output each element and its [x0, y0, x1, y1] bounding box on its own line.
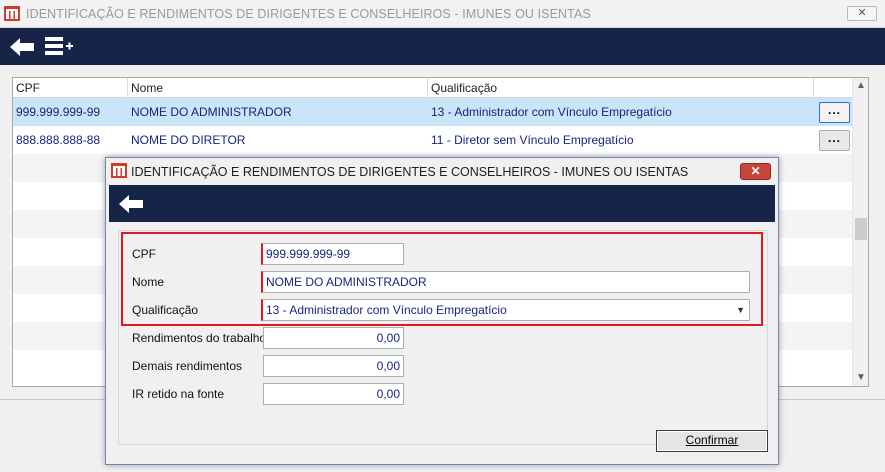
- rendimentos-trabalho-field[interactable]: 0,00: [263, 327, 404, 349]
- app-logo-icon: [4, 6, 20, 21]
- cpf-field[interactable]: 999.999.999-99: [261, 243, 404, 265]
- cell-qualificacao: 13 - Administrador com Vínculo Empregatí…: [431, 105, 672, 119]
- row-details-button[interactable]: ...: [819, 102, 850, 123]
- main-window: IDENTIFICAÇÃO E RENDIMENTOS DE DIRIGENTE…: [0, 0, 885, 472]
- edit-dialog: IDENTIFICAÇÃO E RENDIMENTOS DE DIRIGENTE…: [105, 157, 779, 465]
- dialog-body: CPF 999.999.999-99 Nome NOME DO ADMINIST…: [109, 222, 775, 460]
- arrow-left-icon: [10, 37, 34, 56]
- nome-field[interactable]: NOME DO ADMINISTRADOR: [261, 271, 750, 293]
- cell-nome: NOME DO ADMINISTRADOR: [131, 105, 292, 119]
- ir-retido-field[interactable]: 0,00: [263, 383, 404, 405]
- column-header-nome[interactable]: Nome: [128, 78, 428, 98]
- column-header-action: [814, 78, 853, 98]
- dialog-toolbar: [109, 185, 775, 222]
- qualificacao-selected-value: 13 - Administrador com Vínculo Empregatí…: [266, 303, 507, 317]
- window-title: IDENTIFICAÇÃO E RENDIMENTOS DE DIRIGENTE…: [26, 7, 591, 21]
- cpf-label: CPF: [132, 247, 156, 261]
- scroll-up-icon[interactable]: ▲: [853, 78, 868, 94]
- grid-scrollbar[interactable]: ▲ ▼: [852, 78, 868, 386]
- list-add-icon: [45, 36, 73, 55]
- arrow-left-icon: [119, 194, 143, 213]
- app-logo-icon: [111, 163, 127, 178]
- window-close-button[interactable]: ✕: [847, 6, 877, 21]
- row-details-button[interactable]: ...: [819, 130, 850, 151]
- confirm-button-label: Confirmar: [685, 433, 739, 447]
- main-toolbar: [0, 28, 885, 65]
- dialog-title: IDENTIFICAÇÃO E RENDIMENTOS DE DIRIGENTE…: [131, 165, 689, 179]
- column-header-qualificacao[interactable]: Qualificação: [428, 78, 814, 98]
- qualificacao-select[interactable]: 13 - Administrador com Vínculo Empregatí…: [261, 299, 750, 321]
- rendimentos-trabalho-label: Rendimentos do trabalho: [132, 331, 267, 345]
- nome-label: Nome: [132, 275, 165, 289]
- cell-qualificacao: 11 - Diretor sem Vínculo Empregatício: [431, 133, 634, 147]
- ir-retido-label: IR retido na fonte: [132, 387, 225, 401]
- scroll-down-icon[interactable]: ▼: [853, 370, 868, 386]
- column-header-cpf[interactable]: CPF: [13, 78, 128, 98]
- dialog-close-button[interactable]: ✕: [740, 163, 771, 180]
- qualificacao-label: Qualificação: [132, 303, 199, 317]
- back-button[interactable]: [6, 28, 38, 65]
- window-titlebar: IDENTIFICAÇÃO E RENDIMENTOS DE DIRIGENTE…: [0, 0, 885, 28]
- cell-cpf: 999.999.999-99: [16, 105, 101, 119]
- table-row[interactable]: 999.999.999-99 NOME DO ADMINISTRADOR 13 …: [13, 98, 853, 126]
- demais-rendimentos-field[interactable]: 0,00: [263, 355, 404, 377]
- dialog-titlebar: IDENTIFICAÇÃO E RENDIMENTOS DE DIRIGENTE…: [106, 158, 778, 185]
- demais-rendimentos-label: Demais rendimentos: [132, 359, 243, 373]
- grid-header: CPF Nome Qualificação: [13, 78, 853, 98]
- cell-cpf: 888.888.888-88: [16, 133, 101, 147]
- dialog-back-button[interactable]: [115, 185, 147, 222]
- chevron-down-icon[interactable]: ▼: [736, 300, 745, 320]
- scrollbar-thumb[interactable]: [855, 218, 867, 240]
- cell-nome: NOME DO DIRETOR: [131, 133, 246, 147]
- add-row-button[interactable]: [42, 28, 76, 65]
- confirm-button[interactable]: Confirmar: [656, 430, 768, 452]
- table-row[interactable]: 888.888.888-88 NOME DO DIRETOR 11 - Dire…: [13, 126, 853, 154]
